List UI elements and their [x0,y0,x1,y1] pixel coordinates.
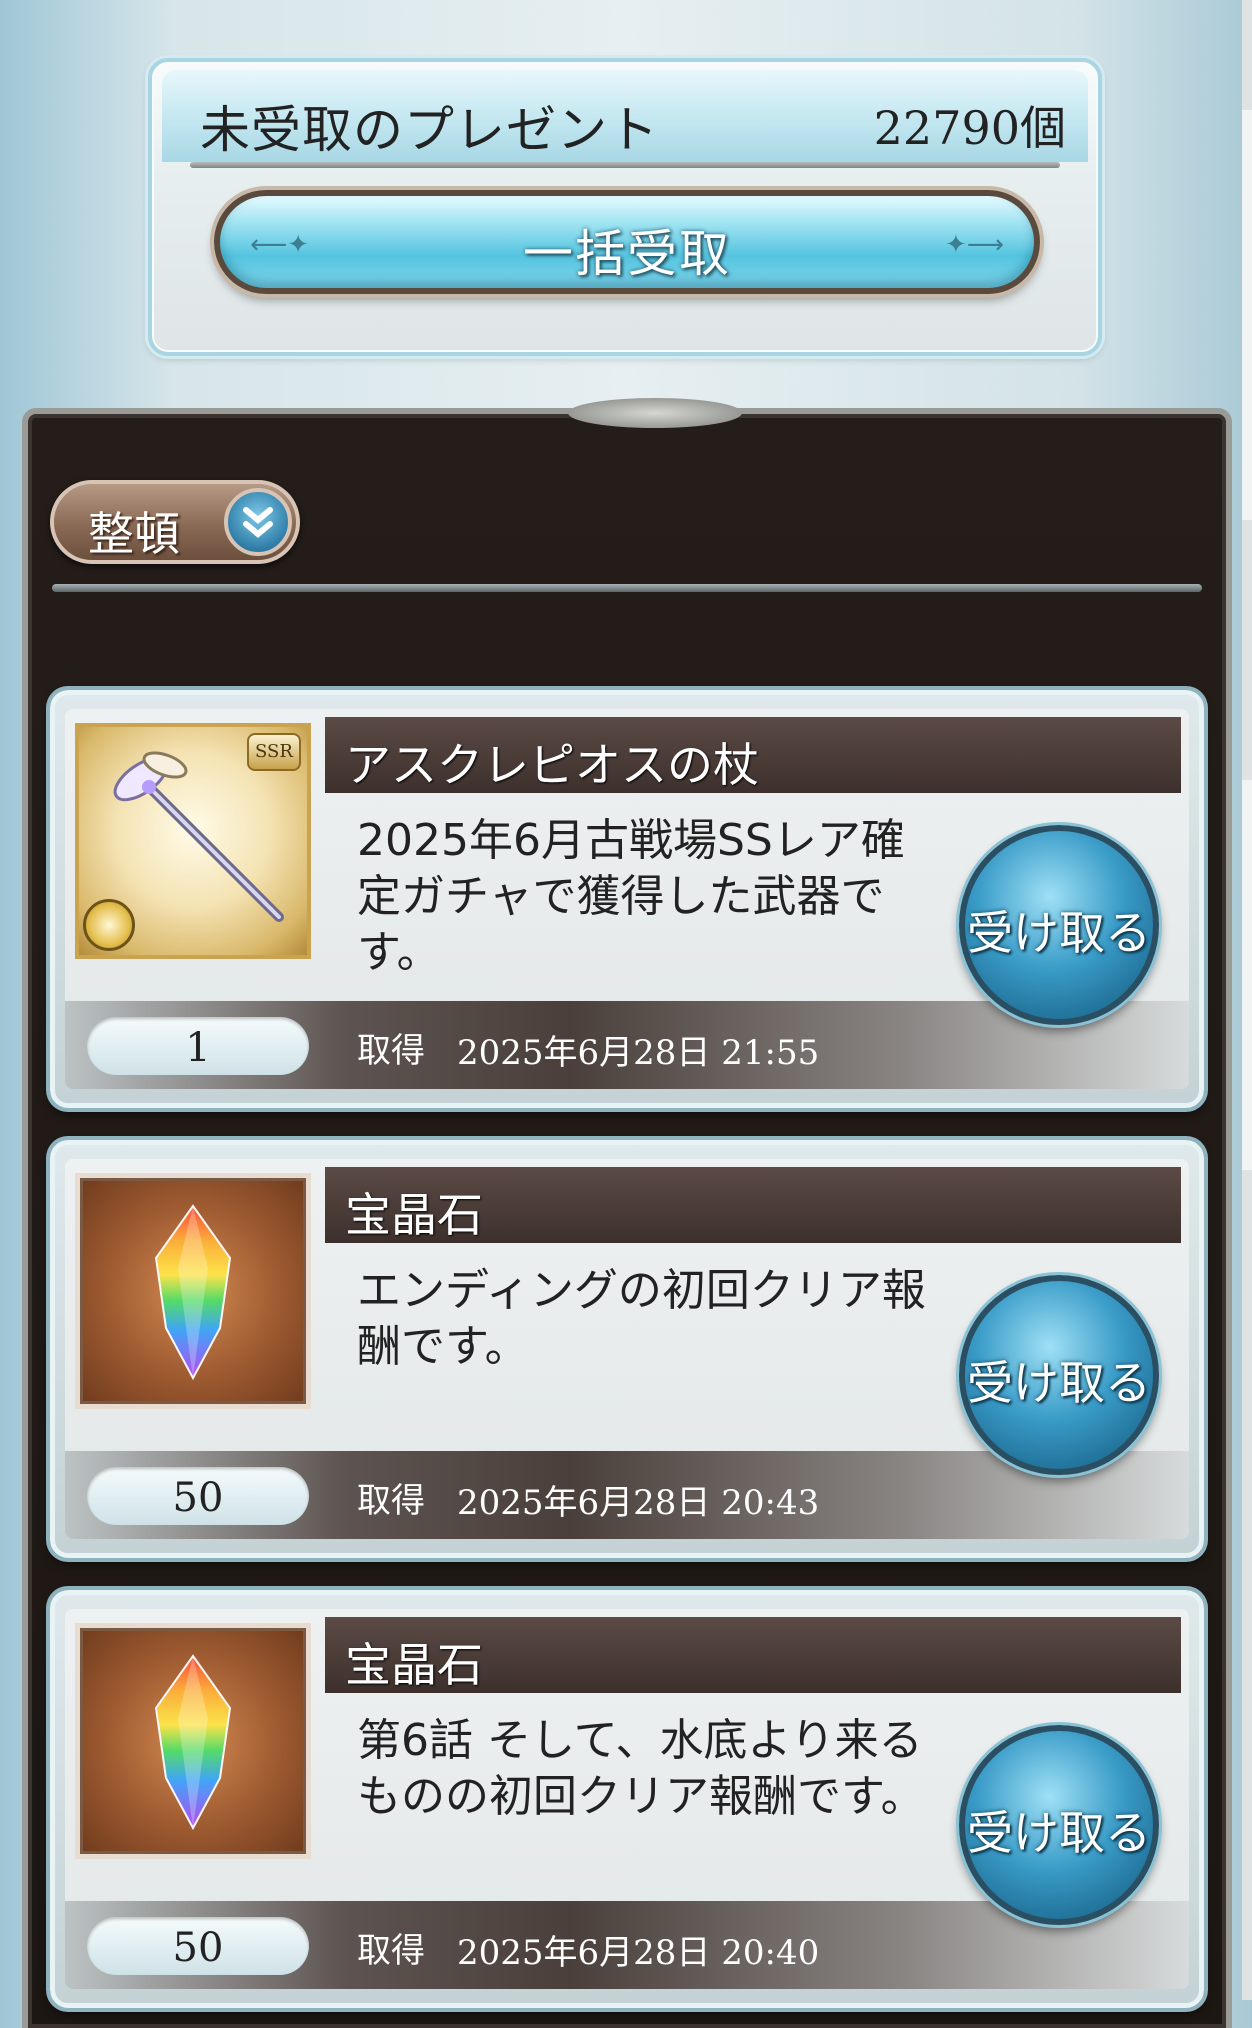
scroll-edge [1242,0,1252,2000]
obtained-label: 取得 [357,1481,425,1521]
element-light-icon [83,899,135,951]
present-item: 宝晶石 第6話 そして、水底より来るものの初回クリア報酬です。 50 取得 20… [50,1590,1204,2008]
item-description: 第6話 そして、水底より来るものの初回クリア報酬です。 [357,1715,925,1822]
receive-label: 受け取る [967,1806,1151,1860]
quantity-pill: 50 [87,1917,309,1975]
receive-label: 受け取る [967,1356,1151,1410]
obtained-label: 取得 [357,1031,425,1071]
item-description: 2025年6月古戦場SSレア確定ガチャで獲得した武器です。 [357,815,905,978]
ornament-right-icon: ✦⟶ [944,230,1004,260]
bulk-receive-label: 一括受取 [523,225,731,283]
unclaimed-presents-panel: 未受取のプレゼント 22790個 ⟵✦ 一括受取 ✦⟶ [148,58,1102,356]
receive-label: 受け取る [967,906,1151,960]
rarity-badge: SSR [247,733,301,771]
rainbow-crystal-icon [75,1623,311,1859]
presents-title: 未受取のプレゼント [200,101,659,159]
staff-weapon-icon: SSR [75,723,311,959]
receive-button[interactable]: 受け取る [959,825,1159,1025]
sort-label: 整頓 [88,507,180,561]
bulk-receive-button[interactable]: ⟵✦ 一括受取 ✦⟶ [214,190,1040,294]
item-name-bar: 宝晶石 [325,1167,1181,1243]
item-name-bar: アスクレピオスの杖 [325,717,1181,793]
receive-button[interactable]: 受け取る [959,1725,1159,1925]
item-name: 宝晶石 [345,1188,483,1242]
presents-count: 22790個 [873,101,1066,155]
item-name: アスクレピオスの杖 [345,738,759,792]
item-quantity: 1 [185,1025,211,1071]
presents-header: 未受取のプレゼント 22790個 [162,70,1088,168]
present-item: 宝晶石 エンディングの初回クリア報酬です。 50 取得 2025年6月28日 2… [50,1140,1204,1558]
quantity-pill: 1 [87,1017,309,1075]
obtained-date: 2025年6月28日 20:40 [457,1933,820,1973]
rainbow-crystal-icon [75,1173,311,1409]
receive-button[interactable]: 受け取る [959,1275,1159,1475]
item-name: 宝晶石 [345,1638,483,1692]
chevron-double-down-icon [224,488,292,556]
present-item: SSR アスクレピオスの杖 2025年6月古戦場SSレア確定ガチャで獲得した武器… [50,690,1204,1108]
obtained-date: 2025年6月28日 20:43 [457,1483,820,1523]
divider [190,162,1060,168]
item-quantity: 50 [172,1925,224,1971]
panel-ornament-icon [568,398,742,428]
item-description: エンディングの初回クリア報酬です。 [357,1265,926,1372]
obtained-date: 2025年6月28日 21:55 [457,1033,820,1073]
item-quantity: 50 [172,1475,224,1521]
obtained-label: 取得 [357,1931,425,1971]
sort-divider [52,584,1202,592]
item-name-bar: 宝晶石 [325,1617,1181,1693]
sort-button[interactable]: 整頓 [50,480,300,564]
quantity-pill: 50 [87,1467,309,1525]
